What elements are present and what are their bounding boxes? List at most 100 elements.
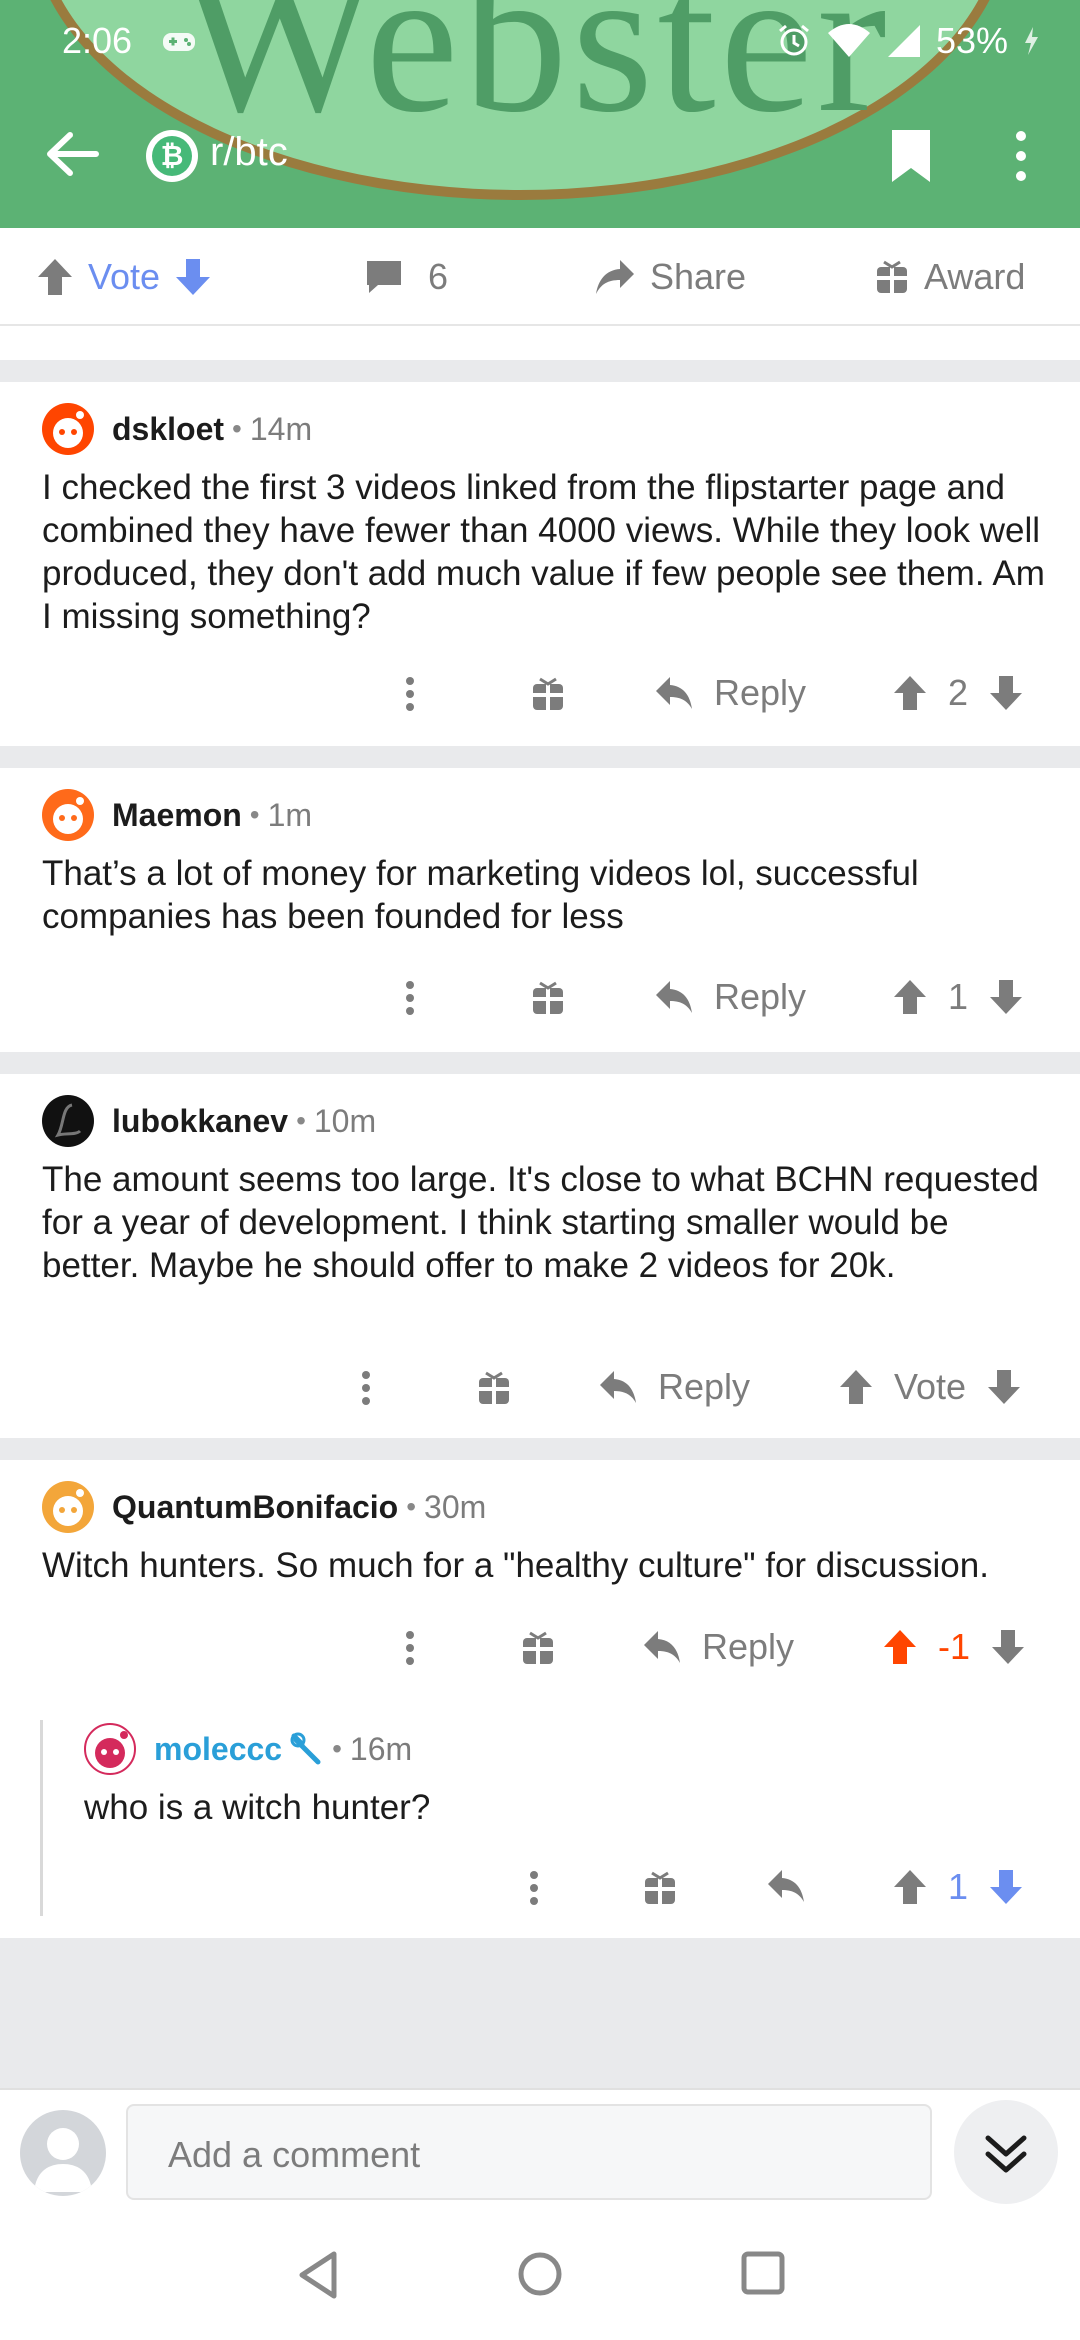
snoo-icon: [53, 411, 84, 448]
divider: [0, 1052, 1080, 1074]
subreddit-icon[interactable]: ₿: [146, 130, 198, 182]
award-button[interactable]: Award: [874, 256, 1025, 298]
snoo-icon: [95, 1731, 128, 1768]
separator-dot: •: [232, 413, 242, 444]
comment-body: That’s a lot of money for marketing vide…: [42, 854, 919, 936]
vote-group: 1: [892, 976, 1024, 1018]
comment-age: 14m: [249, 410, 313, 447]
comment-body: The amount seems too large. It's close t…: [42, 1160, 1039, 1285]
collapse-button[interactable]: [954, 2100, 1058, 2204]
status-time: 2:06: [62, 20, 133, 61]
avatar[interactable]: [84, 1723, 136, 1775]
award-label: Award: [924, 256, 1026, 297]
avatar[interactable]: [42, 1481, 94, 1533]
downvote-icon[interactable]: [986, 1368, 1022, 1406]
more-options-icon[interactable]: [528, 1870, 540, 1906]
app-header: Webster 2:06 53% ₿ r/btc: [0, 0, 1080, 228]
avatar[interactable]: [42, 789, 94, 841]
comment-age: 16m: [349, 1730, 413, 1767]
comment-input[interactable]: Add a comment: [126, 2104, 932, 2200]
award-gift-icon[interactable]: [520, 1630, 556, 1666]
comment-header: lubokkanev • 10m: [42, 1094, 376, 1148]
vote-group: 1: [892, 1866, 1024, 1908]
reply-button[interactable]: Reply: [654, 976, 806, 1018]
snoo-icon: [53, 797, 84, 834]
vote-label: Vote: [88, 256, 161, 297]
reply-icon: [656, 677, 692, 709]
share-icon: [596, 260, 634, 294]
more-options-icon[interactable]: [360, 1370, 372, 1406]
reply-label: Reply: [658, 1366, 751, 1407]
upvote-icon[interactable]: [838, 1368, 874, 1406]
downvote-icon[interactable]: [174, 257, 212, 297]
signal-icon: [887, 25, 920, 57]
gift-icon: [877, 260, 907, 293]
bitcoin-icon: ₿: [152, 136, 192, 176]
reply-header: moleccc • 16m: [84, 1722, 412, 1776]
comment-author[interactable]: Maemon: [112, 797, 242, 834]
award-gift-icon[interactable]: [642, 1870, 678, 1906]
upvote-icon[interactable]: [36, 257, 74, 297]
comment-card: QuantumBonifacio • 30m Witch hunters. So…: [0, 1460, 1080, 1938]
upvote-icon[interactable]: [892, 978, 928, 1016]
downvote-icon[interactable]: [990, 1628, 1026, 1666]
moderator-wrench-icon: [290, 1732, 321, 1765]
bookmark-icon[interactable]: [890, 128, 932, 184]
downvote-icon[interactable]: [988, 674, 1024, 712]
comment-card: lubokkanev • 10m The amount seems too la…: [0, 1074, 1080, 1438]
comment-score: 1: [948, 976, 969, 1017]
reply-button[interactable]: Reply: [642, 1626, 794, 1668]
vote-group: Vote: [36, 256, 212, 298]
vote-group: 2: [892, 672, 1024, 714]
vote-group: Vote: [838, 1366, 1022, 1408]
status-bar: 2:06 53%: [0, 14, 1080, 70]
comment-header: QuantumBonifacio • 30m: [42, 1480, 486, 1534]
comment-bubble-icon: [367, 261, 401, 293]
comment-card: Maemon • 1m That’s a lot of money for ma…: [0, 768, 1080, 1052]
share-button[interactable]: Share: [594, 256, 746, 298]
comments-button[interactable]: 6: [364, 256, 448, 298]
avatar[interactable]: [42, 403, 94, 455]
nav-back-icon[interactable]: [296, 2250, 340, 2300]
snoo-icon: [53, 1489, 84, 1526]
upvote-icon[interactable]: [892, 674, 928, 712]
downvote-icon[interactable]: [988, 1868, 1024, 1906]
nav-home-icon[interactable]: [516, 2250, 564, 2298]
reply-label: Reply: [714, 672, 807, 713]
downvote-icon[interactable]: [988, 978, 1024, 1016]
reply-button[interactable]: [766, 1868, 806, 1904]
comment-author[interactable]: lubokkanev: [112, 1103, 288, 1140]
comment-author[interactable]: QuantumBonifacio: [112, 1489, 398, 1526]
reply-icon: [600, 1371, 636, 1403]
upvote-icon[interactable]: [892, 1868, 928, 1906]
avatar[interactable]: [42, 1095, 94, 1147]
more-options-icon[interactable]: [404, 676, 416, 712]
divider: [0, 360, 1080, 382]
separator-dot: •: [406, 1491, 417, 1522]
nav-recents-icon[interactable]: [740, 2250, 786, 2296]
comment-author[interactable]: dskloet: [112, 411, 224, 448]
award-gift-icon[interactable]: [476, 1370, 512, 1406]
comment-author[interactable]: moleccc: [154, 1731, 282, 1768]
wifi-icon: [827, 24, 870, 57]
reply-icon: [768, 1870, 804, 1902]
more-options-icon[interactable]: [404, 1630, 416, 1666]
back-arrow-icon[interactable]: [44, 130, 100, 178]
subreddit-name[interactable]: r/btc: [210, 130, 288, 175]
award-gift-icon[interactable]: [530, 676, 566, 712]
system-nav-bar: [0, 2220, 1080, 2340]
comment-header: dskloet • 14m: [42, 402, 312, 456]
comment-body: Witch hunters. So much for a "healthy cu…: [42, 1546, 989, 1585]
upvote-icon[interactable]: [882, 1628, 918, 1666]
comment-count: 6: [428, 256, 449, 297]
reply-button[interactable]: Reply: [598, 1366, 750, 1408]
thread-line: [40, 1720, 43, 1916]
comment-header: Maemon • 1m: [42, 788, 312, 842]
more-options-icon[interactable]: [404, 980, 416, 1016]
user-avatar[interactable]: [20, 2110, 106, 2196]
reply-icon: [656, 981, 692, 1013]
reply-label: Reply: [714, 976, 807, 1017]
reply-button[interactable]: Reply: [654, 672, 806, 714]
award-gift-icon[interactable]: [530, 980, 566, 1016]
overflow-menu-icon[interactable]: [1006, 128, 1036, 184]
